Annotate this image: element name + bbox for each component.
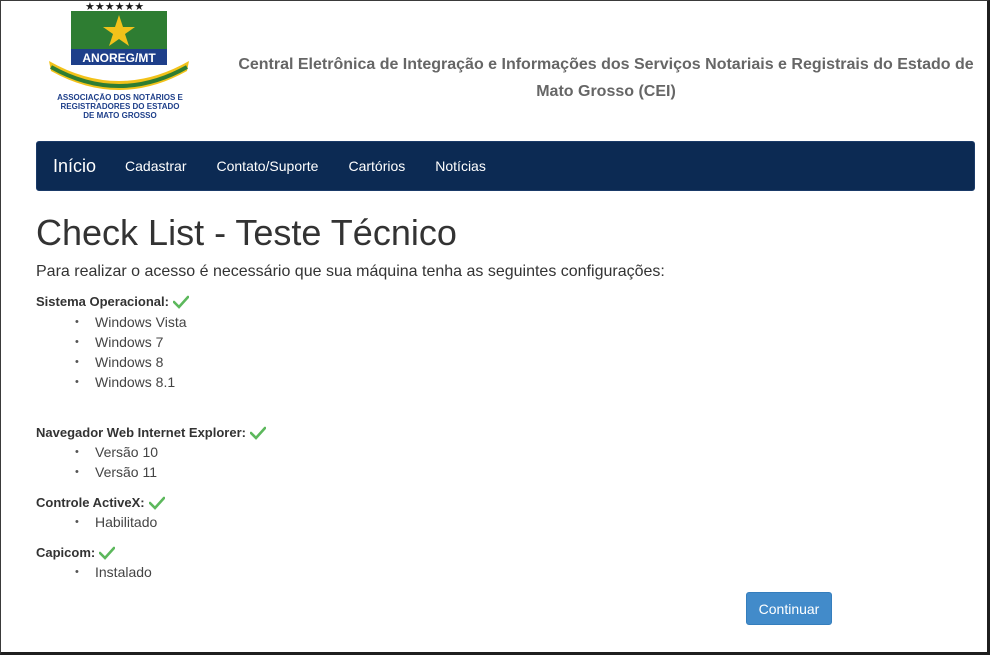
list-item: Instalado: [59, 562, 152, 582]
section-activex: Controle ActiveX:: [36, 495, 165, 510]
list-item: Windows 8.1: [59, 372, 187, 392]
nav-link-contato-suporte[interactable]: Contato/Suporte: [202, 158, 334, 174]
nav-link-cartorios[interactable]: Cartórios: [333, 158, 420, 174]
section-title-label: Navegador Web Internet Explorer:: [36, 425, 246, 440]
section-navegador: Navegador Web Internet Explorer:: [36, 425, 266, 440]
section-title-label: Sistema Operacional:: [36, 294, 169, 309]
check-icon: [99, 546, 116, 560]
list-navegador: Versão 10 Versão 11: [59, 442, 158, 482]
list-item: Windows 7: [59, 332, 187, 352]
check-icon: [148, 496, 165, 510]
nav-link-cadastrar[interactable]: Cadastrar: [110, 158, 201, 174]
logo-name: ANOREG/MT: [82, 51, 156, 65]
list-capicom: Instalado: [59, 562, 152, 582]
section-title-label: Capicom:: [36, 545, 96, 560]
continue-button[interactable]: Continuar: [746, 592, 832, 625]
nav-link-noticias[interactable]: Notícias: [420, 158, 501, 174]
main-navbar: Início Cadastrar Contato/Suporte Cartóri…: [36, 141, 975, 191]
list-item: Versão 10: [59, 442, 158, 462]
logo-org-text: ASSOCIAÇÃO DOS NOTÁRIOS E REGISTRADORES …: [57, 93, 183, 120]
page-title: Check List - Teste Técnico: [36, 212, 457, 253]
header-title-line1: Central Eletrônica de Integração e Infor…: [238, 56, 974, 73]
intro-text: Para realizar o acesso é necessário que …: [36, 263, 665, 280]
check-icon: [172, 295, 189, 309]
section-capicom: Capicom:: [36, 545, 116, 560]
header-title: Central Eletrônica de Integração e Infor…: [231, 51, 981, 105]
list-item: Windows 8: [59, 352, 187, 372]
header-title-line2: Mato Grosso (CEI): [536, 83, 676, 100]
list-item: Windows Vista: [59, 312, 187, 332]
list-item: Versão 11: [59, 462, 158, 482]
list-sistema-operacional: Windows Vista Windows 7 Windows 8 Window…: [59, 312, 187, 392]
check-icon: [249, 426, 266, 440]
anoreg-logo: ★★★★★★ ANOREG/MT ASSOCIAÇÃO DOS NOTÁRIOS…: [49, 1, 189, 120]
section-title-label: Controle ActiveX:: [36, 495, 145, 510]
list-item: Habilitado: [59, 512, 157, 532]
nav-brand-inicio[interactable]: Início: [53, 156, 96, 177]
list-activex: Habilitado: [59, 512, 157, 532]
section-sistema-operacional: Sistema Operacional:: [36, 294, 189, 309]
